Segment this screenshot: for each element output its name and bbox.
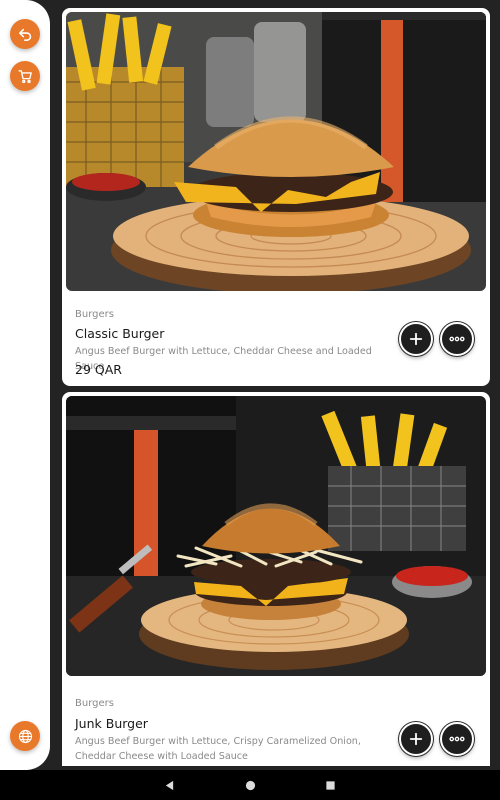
language-button[interactable] (10, 721, 40, 751)
add-to-cart-button[interactable] (399, 722, 433, 756)
more-options-button[interactable] (440, 322, 474, 356)
side-rail (0, 0, 50, 770)
recents-square-icon (325, 780, 335, 790)
cart-button[interactable] (10, 61, 40, 91)
menu-feed[interactable]: Burgers Classic Burger Angus Beef Burger… (62, 8, 490, 766)
add-to-cart-button[interactable] (399, 322, 433, 356)
item-description: Angus Beef Burger with Lettuce, Crispy C… (75, 736, 361, 762)
more-icon (449, 336, 465, 342)
menu-item-card[interactable]: Burgers Classic Burger Angus Beef Burger… (62, 8, 490, 386)
globe-icon (18, 729, 32, 743)
classic-burger-photo[interactable] (66, 12, 486, 291)
back-arrow-icon (18, 28, 31, 41)
item-description: Angus Beef Burger with Lettuce, Cheddar … (75, 346, 372, 372)
cart-icon (17, 69, 32, 83)
item-category: Burgers (75, 698, 114, 709)
system-recents-button[interactable] (321, 776, 339, 794)
system-home-button[interactable] (241, 776, 259, 794)
item-category: Burgers (75, 309, 114, 320)
back-triangle-icon (165, 780, 173, 790)
add-icon (409, 332, 423, 346)
more-icon (449, 736, 465, 742)
system-navigation-bar (0, 770, 500, 800)
more-options-button[interactable] (440, 722, 474, 756)
add-icon (409, 732, 423, 746)
home-circle-icon (245, 780, 255, 790)
item-name: Classic Burger (75, 326, 165, 341)
menu-item-card[interactable]: Burgers Junk Burger Angus Beef Burger wi… (62, 392, 490, 766)
back-button[interactable] (10, 19, 40, 49)
item-name: Junk Burger (75, 716, 148, 731)
app-screen: Burgers Classic Burger Angus Beef Burger… (0, 0, 500, 800)
junk-burger-photo[interactable] (66, 396, 486, 676)
item-price: 29 QAR (75, 362, 122, 377)
system-back-button[interactable] (160, 776, 178, 794)
